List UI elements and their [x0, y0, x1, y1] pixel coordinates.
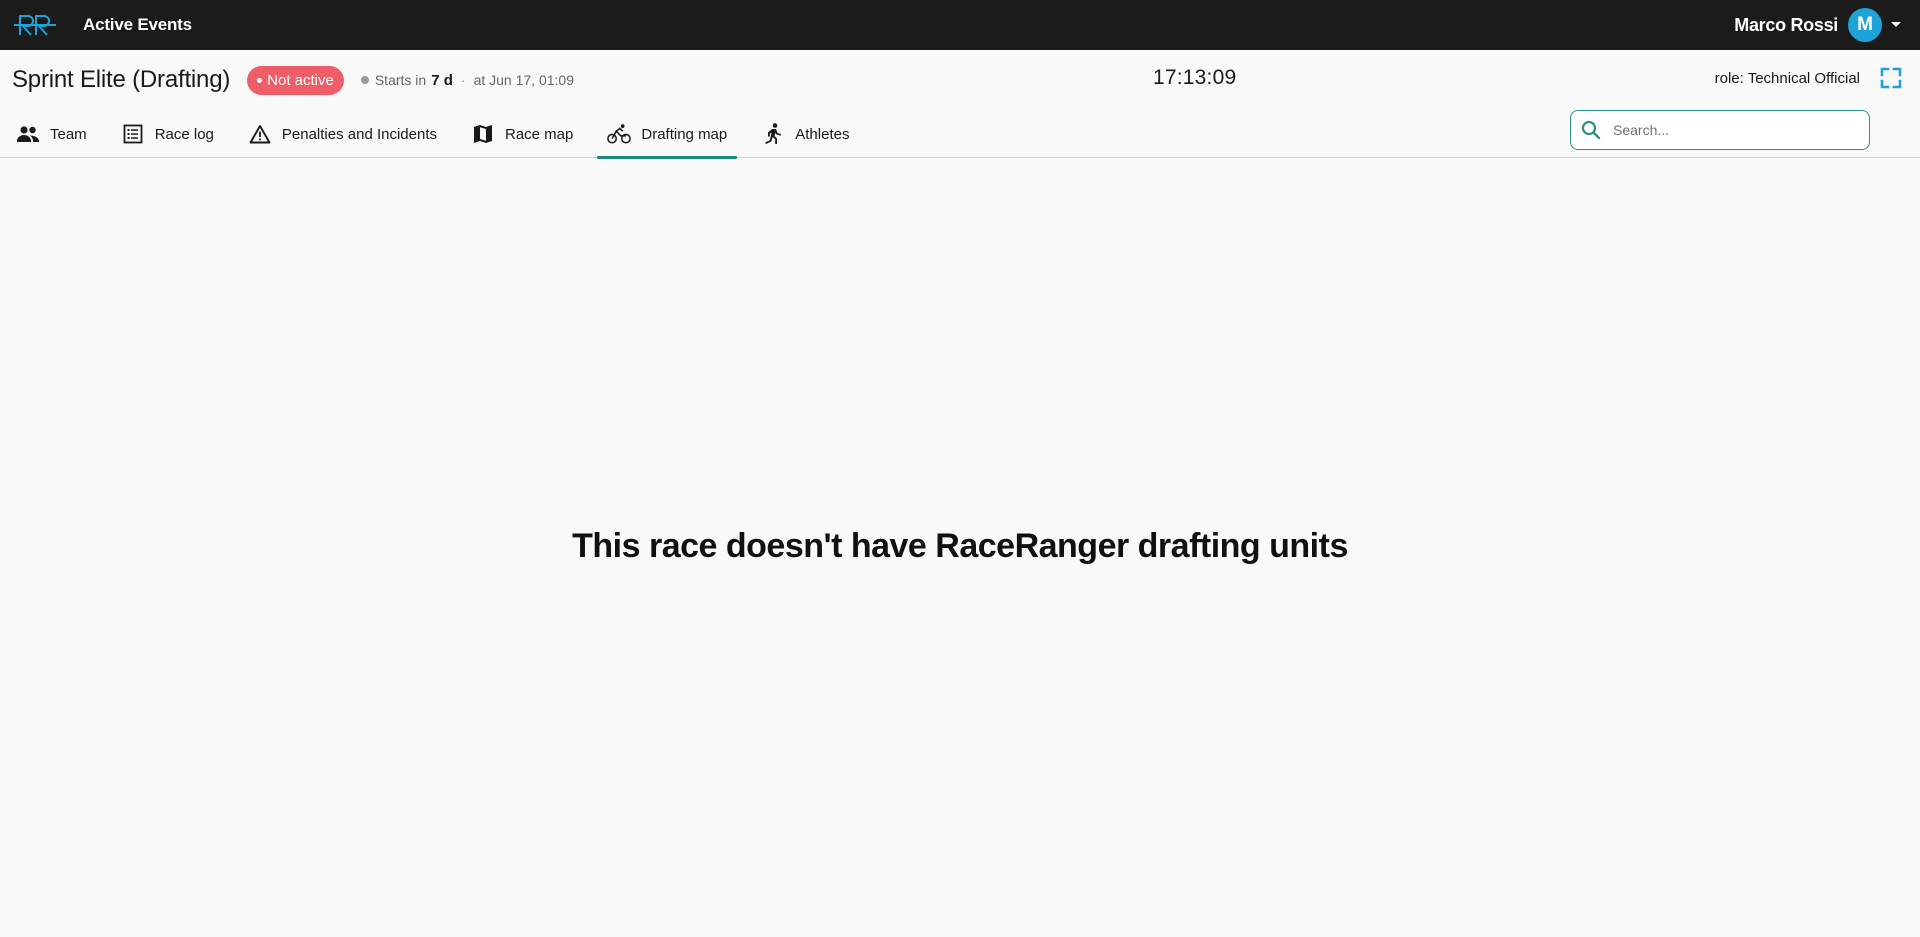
tab-bar: Team Race log Penalties and Incidents Ra… [0, 110, 1920, 159]
search-box[interactable] [1570, 110, 1870, 150]
people-icon [16, 122, 40, 146]
tab-label: Penalties and Incidents [281, 125, 437, 143]
user-menu-caret[interactable] [1886, 15, 1906, 35]
runner-icon [761, 122, 785, 146]
tab-penalties-incidents[interactable]: Penalties and Incidents [238, 110, 447, 158]
starts-at: at Jun 17, 01:09 [473, 72, 574, 88]
map-icon [471, 122, 495, 146]
status-badge: Not active [247, 65, 344, 95]
bike-icon [607, 122, 632, 146]
race-clock: 17:13:09 [1153, 66, 1237, 89]
starts-value: 7 d [431, 71, 453, 89]
user-name[interactable]: Marco Rossi [1734, 15, 1838, 36]
starts-separator: · [460, 72, 466, 88]
active-events-link[interactable]: Active Events [83, 15, 192, 35]
fullscreen-icon [1880, 67, 1902, 89]
event-title: Sprint Elite (Drafting) [12, 66, 231, 93]
empty-state-message: This race doesn't have RaceRanger drafti… [572, 527, 1348, 565]
status-dot [257, 77, 263, 83]
search-input[interactable] [1613, 122, 1853, 138]
fullscreen-button[interactable] [1880, 67, 1902, 89]
tab-label: Drafting map [641, 125, 728, 143]
tab-team[interactable]: Team [6, 110, 97, 158]
tab-label: Race map [505, 125, 574, 143]
tab-drafting-map[interactable]: Drafting map [597, 110, 738, 159]
tab-race-log[interactable]: Race log [111, 110, 224, 158]
top-bar: Active Events Marco Rossi M [0, 0, 1920, 50]
warning-icon [248, 122, 272, 146]
tab-label: Athletes [795, 125, 850, 143]
start-info: Starts in 7 d · at Jun 17, 01:09 [360, 71, 574, 89]
status-label: Not active [267, 71, 334, 89]
start-dot [360, 76, 369, 84]
user-role: role: Technical Official [1714, 70, 1860, 87]
tab-race-map[interactable]: Race map [461, 110, 583, 158]
tab-label: Race log [154, 125, 214, 143]
list-icon [121, 122, 145, 146]
tab-label: Team [50, 125, 87, 143]
app-logo[interactable] [14, 13, 56, 37]
tab-athletes[interactable]: Athletes [751, 110, 859, 158]
avatar[interactable]: M [1848, 8, 1882, 42]
starts-prefix: Starts in [374, 72, 427, 88]
rr-logo-icon [14, 15, 56, 36]
caret-down-icon [1891, 22, 1901, 27]
search-icon [1581, 120, 1601, 140]
event-header: Sprint Elite (Drafting) Not active Start… [0, 50, 1920, 110]
